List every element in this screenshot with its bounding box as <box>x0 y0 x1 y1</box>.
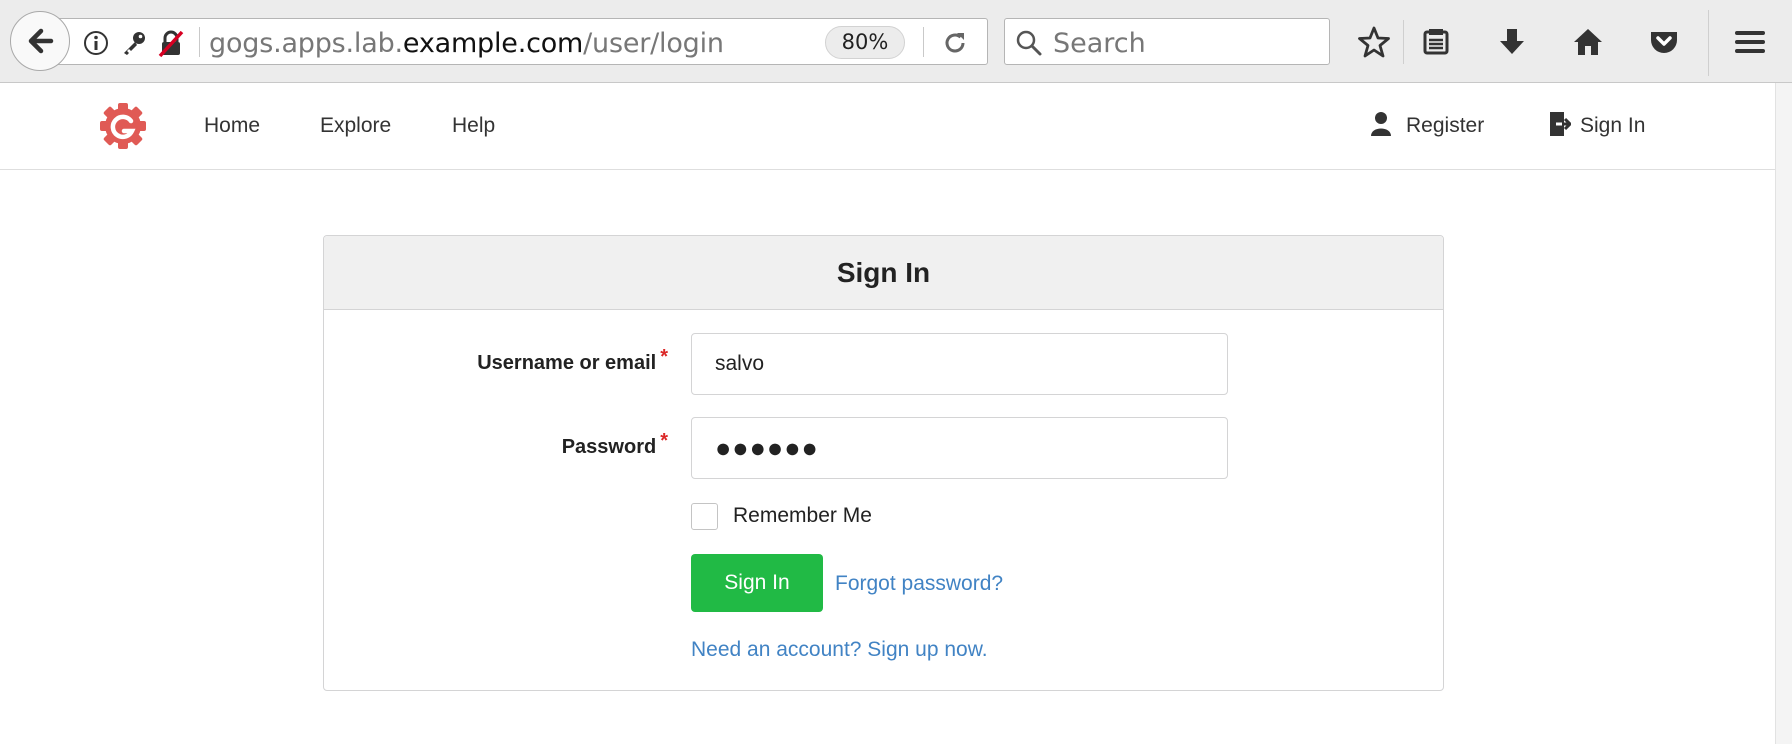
download-icon <box>1500 29 1524 54</box>
back-arrow-icon <box>28 28 54 54</box>
search-placeholder: Search <box>1053 28 1146 59</box>
remember-me-checkbox[interactable] <box>691 503 718 530</box>
downloads-button[interactable] <box>1492 22 1532 62</box>
home-button[interactable] <box>1568 22 1608 62</box>
sign-in-title: Sign In <box>324 236 1443 310</box>
nav-help-link[interactable]: Help <box>452 114 495 138</box>
pocket-icon <box>1651 32 1677 53</box>
sign-up-link[interactable]: Need an account? Sign up now. <box>691 638 988 662</box>
pocket-button[interactable] <box>1644 22 1684 62</box>
search-bar[interactable]: Search <box>1004 18 1330 65</box>
reading-list-button[interactable] <box>1416 22 1456 62</box>
page-scrollbar[interactable] <box>1775 83 1792 744</box>
bookmark-star-button[interactable] <box>1354 22 1394 62</box>
insecure-lock-icon[interactable] <box>157 30 185 58</box>
register-link[interactable]: Register <box>1406 114 1484 138</box>
star-icon <box>1358 26 1390 58</box>
sign-in-button[interactable]: Sign In <box>691 554 823 612</box>
nav-home-link[interactable]: Home <box>204 114 260 138</box>
reload-icon[interactable] <box>941 29 969 57</box>
url-separator <box>199 27 200 57</box>
forgot-password-link[interactable]: Forgot password? <box>835 572 1003 596</box>
hamburger-menu-icon <box>1735 31 1765 53</box>
key-icon[interactable] <box>121 30 147 56</box>
home-icon <box>1574 29 1602 55</box>
menu-button[interactable] <box>1730 22 1770 62</box>
remember-me-label[interactable]: Remember Me <box>733 504 872 528</box>
site-header: Home Explore Help Register Sign In <box>0 83 1775 170</box>
user-icon <box>1371 112 1391 136</box>
sign-in-link[interactable]: Sign In <box>1580 114 1645 138</box>
address-bar[interactable]: gogs.apps.lab.example.com/user/login 80% <box>58 18 988 65</box>
username-label: Username or email * <box>477 346 668 374</box>
sign-in-icon <box>1550 112 1571 136</box>
toolbar-separator <box>1403 20 1404 64</box>
required-marker: * <box>660 430 668 452</box>
username-input[interactable]: salvo <box>691 333 1228 395</box>
zoom-level-badge[interactable]: 80% <box>825 26 905 59</box>
toolbar-separator <box>1708 10 1709 76</box>
nav-explore-link[interactable]: Explore <box>320 114 391 138</box>
gogs-logo-icon[interactable] <box>98 101 148 151</box>
password-label: Password * <box>561 430 668 458</box>
url-separator <box>923 27 924 57</box>
sign-in-card: Sign In Username or email * salvo Passwor… <box>323 235 1444 691</box>
reading-list-icon <box>1423 29 1449 55</box>
back-button[interactable] <box>10 11 70 71</box>
browser-toolbar: gogs.apps.lab.example.com/user/login 80%… <box>0 0 1792 83</box>
required-marker: * <box>660 346 668 368</box>
search-icon <box>1016 30 1042 56</box>
info-icon[interactable] <box>83 30 109 56</box>
password-input[interactable]: ●●●●●● <box>691 417 1228 479</box>
url-text[interactable]: gogs.apps.lab.example.com/user/login <box>209 28 724 59</box>
